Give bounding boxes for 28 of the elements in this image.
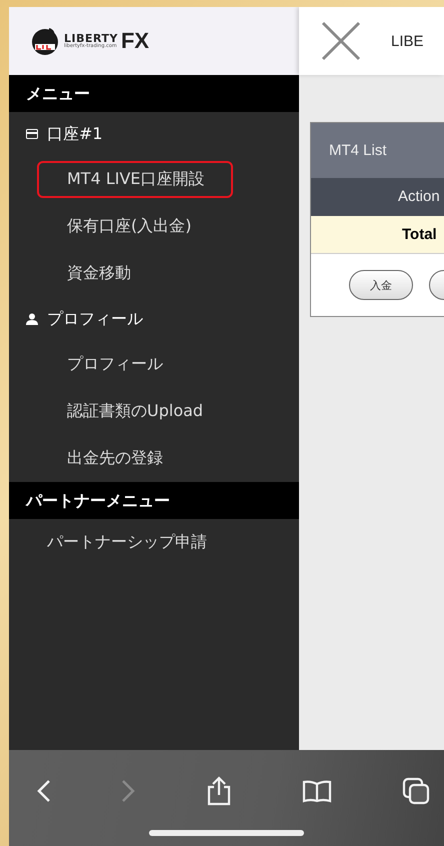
tabs-icon[interactable] [402, 777, 430, 805]
total-cell: Total [311, 216, 444, 254]
close-icon[interactable] [319, 19, 363, 63]
menu-item[interactable]: 認証書類のUpload [37, 393, 232, 430]
menu-item[interactable]: MT4 LIVE口座開設 [37, 161, 233, 198]
menu-item[interactable]: 出金先の登録 [37, 440, 191, 477]
logo-brand: LIBERTY [64, 33, 118, 44]
group-label: 口座#1 [47, 124, 103, 144]
book-icon[interactable] [302, 779, 332, 803]
menu-item[interactable]: 保有口座(入出金) [37, 208, 220, 245]
deposit-button[interactable]: 入金 [349, 270, 413, 300]
back-icon[interactable] [37, 779, 51, 803]
logo-mark: FX [120, 28, 150, 54]
menu-item[interactable]: プロフィール [37, 346, 191, 383]
person-icon [26, 313, 38, 325]
menu-group[interactable]: 口座#1 [9, 112, 299, 156]
menu-item[interactable]: 資金移動 [37, 255, 159, 292]
group-label: プロフィール [47, 308, 143, 330]
column-header: Action [311, 178, 444, 216]
menu-group[interactable]: プロフィール [9, 297, 299, 341]
section-header: パートナーメニュー [9, 482, 299, 519]
menu-item[interactable]: パートナーシップ申請 [35, 524, 235, 561]
page-title: LIBE [391, 32, 424, 50]
logo-icon [29, 25, 61, 57]
section-header: メニュー [9, 75, 299, 112]
share-icon[interactable] [206, 776, 232, 806]
table-title: MT4 List [311, 123, 444, 178]
card-icon [26, 129, 38, 139]
